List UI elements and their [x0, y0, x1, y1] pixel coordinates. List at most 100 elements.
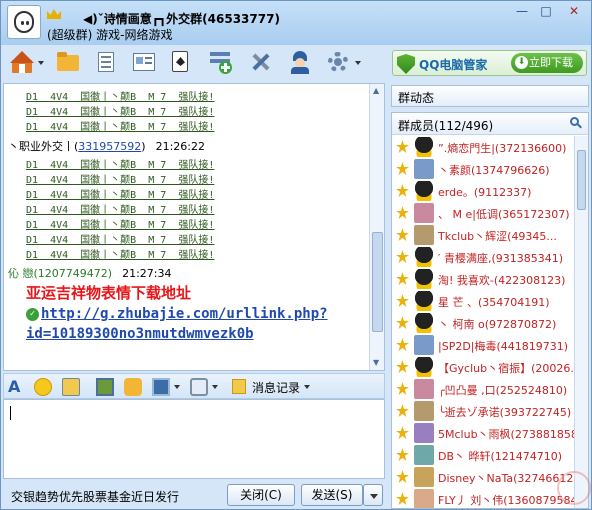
qq-group-chat-window: ◀)ˇ诗情画意┏┓外交群(46533777) (超级群) 游戏-网络游戏 — □… — [0, 0, 592, 510]
member-list-item[interactable]: 丶 柯南 o(972870872) — [392, 312, 574, 334]
member-list-item[interactable]: |SP2D|梅毒(441819731) — [392, 334, 574, 356]
scroll-thumb[interactable] — [577, 150, 586, 210]
search-icon[interactable] — [570, 117, 582, 129]
member-list-item[interactable]: ′ 青樱满座,(931385341) — [392, 246, 574, 268]
scroll-up-icon[interactable]: ▲ — [373, 86, 379, 95]
settings-icon[interactable] — [325, 49, 351, 75]
penguin-avatar-icon[interactable] — [414, 269, 434, 289]
home-icon[interactable] — [9, 49, 35, 75]
video-dropdown-icon[interactable] — [174, 385, 180, 389]
history-dropdown-icon[interactable] — [304, 385, 310, 389]
group-avatar[interactable] — [7, 5, 41, 39]
tools-icon[interactable] — [247, 49, 273, 75]
member-name: 淘! 我喜欢-(422308123) — [438, 274, 566, 287]
message-input[interactable] — [3, 399, 385, 479]
message-line: D1 4V4 国徽丨丶颠B M 7 强队接! — [26, 92, 215, 103]
member-list-item[interactable]: FLY丿 刘丶伟(1360879584) — [392, 488, 582, 508]
maximize-button[interactable]: □ — [535, 3, 557, 20]
sender-name: 伈 戀(1207749472) — [8, 267, 113, 280]
magic-icon[interactable] — [62, 378, 80, 396]
sender-id-link[interactable]: 331957592 — [78, 140, 141, 153]
game-icon[interactable] — [169, 49, 195, 75]
chevron-down-icon — [370, 494, 378, 499]
minimize-button[interactable]: — — [511, 3, 533, 20]
member-star-icon — [396, 206, 409, 219]
send-button[interactable]: 发送(S) — [301, 484, 363, 506]
close-button[interactable]: 关闭(C) — [227, 484, 295, 506]
scroll-thumb[interactable] — [372, 232, 383, 332]
home-dropdown-icon[interactable] — [38, 61, 44, 65]
bulletin-icon[interactable] — [131, 49, 157, 75]
member-name: 星 芒 、(354704191) — [438, 296, 550, 309]
font-icon[interactable]: A — [8, 378, 26, 396]
member-list-item[interactable]: 、 M e|低调(365172307) — [392, 202, 574, 224]
group-notice-header[interactable]: 群动态 — [391, 85, 589, 107]
close-window-button[interactable]: ✕ — [559, 3, 589, 20]
avatar[interactable] — [414, 445, 434, 465]
download-now-button[interactable]: ⬇ 立即下载 — [511, 53, 583, 73]
avatar[interactable] — [414, 423, 434, 443]
member-list-item[interactable]: ”.熵恋門生|(372136600) — [392, 136, 574, 158]
member-list-item[interactable]: erde。(9112337) — [392, 180, 574, 202]
member-star-icon — [396, 360, 409, 373]
member-star-icon — [396, 184, 409, 197]
penguin-avatar-icon[interactable] — [414, 291, 434, 311]
title-bar[interactable]: ◀)ˇ诗情画意┏┓外交群(46533777) (超级群) 游戏-网络游戏 — □… — [1, 1, 591, 45]
message-url-link[interactable]: ✓ http://g.zhubajie.com/urllink.php?id=10… — [26, 304, 361, 344]
penguin-avatar-icon[interactable] — [414, 247, 434, 267]
cat-face-icon — [14, 11, 34, 33]
avatar[interactable] — [414, 203, 434, 223]
avatar[interactable] — [414, 379, 434, 399]
avatar[interactable] — [414, 225, 434, 245]
member-list-item[interactable]: Disney丶NaTa(327466123) — [392, 466, 585, 488]
message-time: 21:26:22 — [155, 140, 205, 153]
qq-manager-banner[interactable]: QQ电脑管家 ⬇ 立即下载 — [392, 50, 587, 76]
member-list-item[interactable]: 淘! 我喜欢-(422308123) — [392, 268, 574, 290]
penguin-avatar-icon[interactable] — [414, 137, 434, 157]
member-list-item[interactable]: ╭凹凸曼 ,口(252524810) — [392, 378, 574, 400]
screenshot-icon[interactable] — [124, 378, 142, 396]
image-icon[interactable] — [96, 378, 114, 396]
member-list-item[interactable]: 【Gyclub丶宿振】(20026... — [392, 356, 581, 378]
message-history-button[interactable]: 消息记录 — [252, 379, 300, 396]
history-icon[interactable] — [232, 379, 246, 394]
message-line: D1 4V4 国徽丨丶颠B M 7 强队接! — [26, 175, 215, 186]
member-list-scrollbar[interactable] — [574, 136, 588, 508]
avatar[interactable] — [414, 159, 434, 179]
member-list-item[interactable]: 星 芒 、(354704191) — [392, 290, 574, 312]
album-icon[interactable] — [93, 49, 119, 75]
shake-icon[interactable] — [190, 378, 208, 396]
apps-plus-icon[interactable] — [207, 49, 233, 75]
avatar[interactable] — [414, 467, 434, 487]
member-star-icon — [396, 140, 409, 153]
avatar[interactable] — [414, 401, 434, 421]
settings-dropdown-icon[interactable] — [355, 61, 361, 65]
chat-scrollbar[interactable]: ▲ ▼ — [369, 84, 384, 370]
video-icon[interactable] — [152, 378, 170, 396]
chat-history-panel[interactable]: D1 4V4 国徽丨丶颠B M 7 强队接! D1 4V4 国徽丨丶颠B M 7… — [3, 83, 385, 371]
member-star-icon — [396, 294, 409, 307]
member-star-icon — [396, 470, 409, 483]
member-name: ╰逝去ゾ承诺(393722745) — [438, 406, 572, 419]
emoji-icon[interactable] — [34, 378, 52, 396]
penguin-avatar-icon[interactable] — [414, 181, 434, 201]
send-options-button[interactable] — [363, 484, 383, 506]
penguin-avatar-icon[interactable] — [414, 357, 434, 377]
member-name: |SP2D|梅毒(441819731) — [438, 340, 569, 353]
member-card-icon[interactable] — [287, 49, 313, 75]
message-url-text[interactable]: http://g.zhubajie.com/urllink.php?id=101… — [26, 306, 328, 342]
qq-manager-label: QQ电脑管家 — [419, 58, 488, 72]
member-list-item[interactable]: ╰逝去ゾ承诺(393722745) — [392, 400, 574, 422]
member-list-item[interactable]: 丶素颜(1374796626) — [392, 158, 574, 180]
sender-name: 丶职业外交丨( — [8, 140, 79, 153]
member-list-item[interactable]: Tkclub丶辉涩(49345... — [392, 224, 574, 246]
member-list-item[interactable]: DB丶 晔轩(121474710) — [392, 444, 574, 466]
shake-dropdown-icon[interactable] — [212, 385, 218, 389]
folder-icon[interactable] — [55, 49, 81, 75]
penguin-avatar-icon[interactable] — [414, 313, 434, 333]
ad-text-link[interactable]: 交银趋势优先股票基金近日发行 — [11, 488, 179, 505]
avatar[interactable] — [414, 335, 434, 355]
scroll-down-icon[interactable]: ▼ — [373, 358, 379, 367]
avatar[interactable] — [414, 489, 434, 508]
member-list-item[interactable]: 5Mclub丶雨枫(273881858) — [392, 422, 582, 444]
